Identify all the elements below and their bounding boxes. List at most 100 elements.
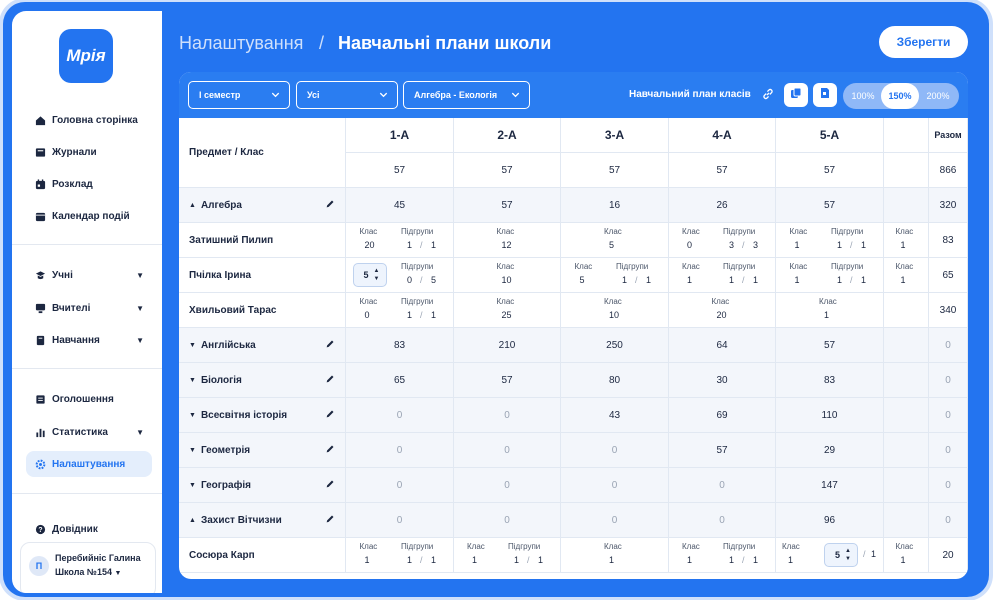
teacher-hours-cell[interactable]: Клас 25 bbox=[454, 293, 561, 328]
hours-cell[interactable]: 16 bbox=[561, 188, 669, 223]
hours-cell[interactable]: 0 bbox=[561, 503, 669, 538]
edit-pencil-icon[interactable] bbox=[325, 479, 335, 492]
edit-pencil-icon[interactable] bbox=[325, 409, 335, 422]
hours-cell[interactable]: 0 bbox=[454, 468, 561, 503]
hours-cell[interactable]: 43 bbox=[561, 398, 669, 433]
expand-icon[interactable]: ▼ bbox=[189, 482, 196, 489]
subject-row-label[interactable]: ▼ Англійська bbox=[179, 328, 346, 363]
hours-cell[interactable]: 0 bbox=[454, 398, 561, 433]
teacher-hours-cell[interactable]: Клас 0 Підгрупи 3 / 3 bbox=[669, 223, 776, 258]
collapse-icon[interactable]: ▲ bbox=[189, 202, 196, 209]
hours-cell[interactable]: 30 bbox=[669, 363, 776, 398]
user-school[interactable]: Школа №154 ▼ bbox=[55, 567, 121, 577]
edit-pencil-icon[interactable] bbox=[325, 199, 335, 212]
subject-row-label[interactable]: ▼ Геометрія bbox=[179, 433, 346, 468]
hours-cell[interactable]: 210 bbox=[454, 328, 561, 363]
link-icon[interactable] bbox=[762, 87, 774, 105]
teacher-hours-cell[interactable]: Клас 1 Підгрупи 1 / 1 bbox=[454, 538, 561, 573]
hours-cell[interactable]: 0 bbox=[454, 503, 561, 538]
teacher-hours-cell[interactable]: Клас 1 5 ▲ ▼ / 1 bbox=[776, 538, 884, 573]
hours-cell[interactable]: 0 bbox=[346, 433, 454, 468]
teacher-hours-cell[interactable]: Клас 5 Підгрупи 1 / 1 bbox=[561, 258, 669, 293]
class-header[interactable]: 1-А bbox=[346, 118, 454, 153]
hours-cell[interactable]: 57 bbox=[454, 363, 561, 398]
teacher-hours-cell[interactable]: Клас 1 bbox=[884, 538, 929, 573]
expand-icon[interactable]: ▼ bbox=[189, 412, 196, 419]
hours-cell[interactable]: 0 bbox=[346, 468, 454, 503]
expand-icon[interactable]: ▼ bbox=[189, 377, 196, 384]
stepper-arrows-icon[interactable]: ▲ ▼ bbox=[845, 547, 851, 563]
hours-cell[interactable]: 0 bbox=[669, 503, 776, 538]
zoom-100[interactable]: 100% bbox=[844, 83, 882, 109]
teacher-hours-cell[interactable]: Клас 1 Підгрупи 1 / 1 bbox=[346, 538, 454, 573]
hours-cell[interactable]: 45 bbox=[346, 188, 454, 223]
hours-cell[interactable]: 29 bbox=[776, 433, 884, 468]
teacher-hours-cell[interactable]: Клас 12 bbox=[454, 223, 561, 258]
hours-cell[interactable]: 0 bbox=[929, 433, 968, 468]
subjects-select[interactable]: Алгебра - Екологія bbox=[403, 81, 530, 109]
hours-cell[interactable]: 26 bbox=[669, 188, 776, 223]
subject-row-label[interactable]: ▲ Алгебра bbox=[179, 188, 346, 223]
teacher-hours-cell[interactable]: Клас 1 Підгрупи 1 / 1 bbox=[669, 258, 776, 293]
nav-home[interactable]: Головна сторінка bbox=[26, 107, 152, 133]
nav-teachers[interactable]: Вчителі ▼ bbox=[26, 295, 152, 321]
class-header[interactable]: 2-А bbox=[454, 118, 561, 153]
edit-pencil-icon[interactable] bbox=[325, 444, 335, 457]
teacher-hours-cell[interactable]: Клас 1 Підгрупи 1 / 1 bbox=[776, 258, 884, 293]
hours-cell[interactable]: 80 bbox=[561, 363, 669, 398]
collapse-icon[interactable]: ▲ bbox=[189, 517, 196, 524]
scope-select[interactable]: Усі bbox=[296, 81, 398, 109]
hours-cell[interactable]: 250 bbox=[561, 328, 669, 363]
expand-icon[interactable]: ▼ bbox=[189, 342, 196, 349]
semester-select[interactable]: І семестр bbox=[188, 81, 290, 109]
hours-cell[interactable]: 320 bbox=[929, 188, 968, 223]
teacher-hours-cell[interactable]: Клас 1 bbox=[884, 258, 929, 293]
hours-cell[interactable]: 0 bbox=[454, 433, 561, 468]
teacher-hours-cell[interactable]: Клас 5 bbox=[561, 223, 669, 258]
hours-cell[interactable]: 110 bbox=[776, 398, 884, 433]
stepper-arrows-icon[interactable]: ▲ ▼ bbox=[374, 267, 380, 283]
zoom-150[interactable]: 150% bbox=[881, 83, 919, 109]
teacher-hours-cell[interactable]: Клас 1 bbox=[561, 538, 669, 573]
subject-row-label[interactable]: ▼ Біологія bbox=[179, 363, 346, 398]
hours-cell[interactable]: 0 bbox=[929, 328, 968, 363]
hours-cell[interactable]: 0 bbox=[929, 503, 968, 538]
teacher-hours-cell[interactable]: Клас 1 bbox=[776, 293, 884, 328]
teacher-hours-cell[interactable]: Клас 0 Підгрупи 1 / 1 bbox=[346, 293, 454, 328]
teacher-hours-cell[interactable]: Клас 10 bbox=[454, 258, 561, 293]
teacher-hours-cell[interactable]: Клас 20 Підгрупи 1 / 1 bbox=[346, 223, 454, 258]
teacher-hours-cell[interactable]: Клас 1 bbox=[884, 223, 929, 258]
class-header[interactable]: 5-А bbox=[776, 118, 884, 153]
teacher-hours-cell[interactable]: Клас 10 bbox=[561, 293, 669, 328]
hours-stepper[interactable]: 5 ▲ ▼ bbox=[352, 263, 387, 287]
save-button[interactable]: Зберегти bbox=[879, 26, 968, 58]
hours-cell[interactable]: 0 bbox=[346, 503, 454, 538]
subject-row-label[interactable]: ▲ Захист Вітчизни bbox=[179, 503, 346, 538]
hours-cell[interactable]: 83 bbox=[776, 363, 884, 398]
hours-cell[interactable]: 65 bbox=[346, 363, 454, 398]
hours-cell[interactable]: 57 bbox=[776, 328, 884, 363]
hours-cell[interactable]: 69 bbox=[669, 398, 776, 433]
hours-cell[interactable]: 64 bbox=[669, 328, 776, 363]
class-header[interactable]: 4-А bbox=[669, 118, 776, 153]
nav-settings[interactable]: Налаштування bbox=[26, 451, 152, 477]
class-plan-link[interactable]: Навчальний план класів bbox=[629, 89, 751, 100]
teacher-hours-cell[interactable]: 5 ▲ ▼ Підгрупи 0 / 5 bbox=[346, 258, 454, 293]
nav-events[interactable]: Календар подій bbox=[26, 203, 152, 229]
subject-row-label[interactable]: ▼ Географія bbox=[179, 468, 346, 503]
nav-students[interactable]: Учні ▼ bbox=[26, 262, 152, 288]
edit-pencil-icon[interactable] bbox=[325, 339, 335, 352]
hours-cell[interactable]: 0 bbox=[929, 398, 968, 433]
group-stepper[interactable]: 5 ▲ ▼ bbox=[824, 543, 858, 567]
user-card[interactable]: П Перебийніс Галина Школа №154 ▼ bbox=[20, 542, 156, 593]
subject-row-label[interactable]: ▼ Всесвітня історія bbox=[179, 398, 346, 433]
breadcrumb-settings[interactable]: Налаштування bbox=[179, 33, 303, 54]
nav-journals[interactable]: Журнали bbox=[26, 139, 152, 165]
hours-cell[interactable]: 57 bbox=[669, 433, 776, 468]
hours-cell[interactable]: 57 bbox=[776, 188, 884, 223]
hours-cell[interactable]: 0 bbox=[346, 398, 454, 433]
teacher-hours-cell[interactable]: Клас 20 bbox=[669, 293, 776, 328]
copy-button[interactable] bbox=[784, 83, 808, 107]
nav-schedule[interactable]: Розклад bbox=[26, 171, 152, 197]
edit-pencil-icon[interactable] bbox=[325, 514, 335, 527]
